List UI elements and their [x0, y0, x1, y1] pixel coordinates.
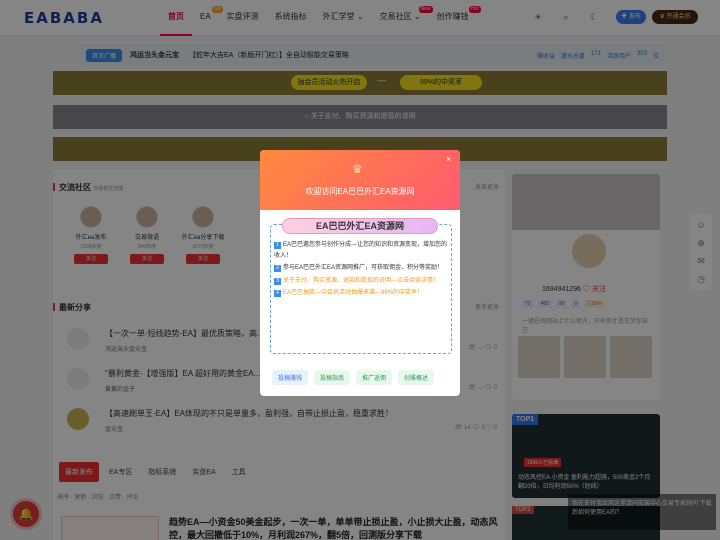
modal-banner: EA巴巴外汇EA资源网	[282, 218, 438, 234]
list-text: EA巴巴抽奖---中会员活动抽爆来袭---99%的中奖率！	[283, 290, 424, 296]
modal-list: 1 EA巴巴邀您参与创作分成---让您的知识和资源变现，增加您的收入！ 2 参与EA…	[274, 240, 448, 301]
list-text: 参与EA巴巴外汇EA资源网推广，可获取佣金、积分等奖励！	[283, 265, 444, 271]
crown-icon: ♛	[352, 162, 363, 176]
list-number: 3	[274, 277, 281, 285]
submit-earn-button[interactable]: 投稿赚钱	[272, 370, 309, 385]
overview-button[interactable]: 创雅概述	[398, 370, 435, 385]
modal-header: ♛ 欢迎访问EA巴巴外汇EA资源网	[260, 150, 460, 210]
page: EABABA 首页 EA hot 实盘评测 系统指标 外汇学堂 ⌄ 交易社区 ⌄ N…	[0, 0, 720, 540]
modal-list-item[interactable]: 4 EA巴巴抽奖---中会员活动抽爆来袭---99%的中奖率！	[274, 288, 448, 299]
close-icon[interactable]: ×	[446, 154, 451, 164]
list-number: 4	[274, 290, 281, 297]
list-number: 2	[274, 265, 281, 272]
affiliate-button[interactable]: 推广返佣	[356, 370, 393, 385]
list-text: 关于支付、购买资源、退款和提现的说明---点击阅读详情！	[283, 277, 439, 284]
submit-guide-button[interactable]: 投稿指南	[314, 370, 351, 385]
modal-list-item[interactable]: 1 EA巴巴邀您参与创作分成---让您的知识和资源变现，增加您的收入！	[274, 240, 448, 261]
modal-list-item[interactable]: 3 关于支付、购买资源、退款和提现的说明---点击阅读详情！	[274, 276, 448, 287]
list-text: EA巴巴邀您参与创作分成---让您的知识和资源变现，增加您的收入！	[274, 242, 447, 259]
list-number: 1	[274, 242, 281, 249]
modal-title: 欢迎访问EA巴巴外汇EA资源网	[305, 187, 415, 196]
modal-buttons: 投稿赚钱 投稿指南 推广返佣 创雅概述	[272, 370, 435, 385]
welcome-modal: ♛ 欢迎访问EA巴巴外汇EA资源网 × EA巴巴外汇EA资源网 1 EA巴巴邀您参…	[260, 150, 460, 396]
modal-list-item[interactable]: 2 参与EA巴巴外汇EA资源网推广，可获取佣金、积分等奖励！	[274, 263, 448, 274]
